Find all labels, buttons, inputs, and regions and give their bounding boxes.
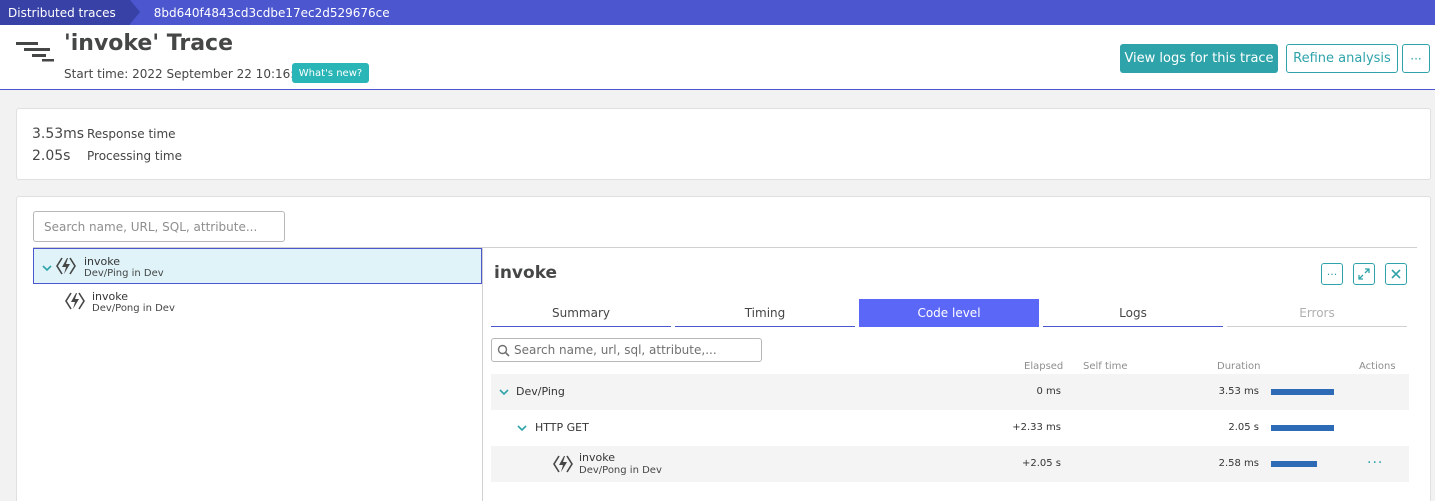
metrics-card: 3.53ms Response time 2.05s Processing ti…: [16, 108, 1431, 180]
detail-expand-button[interactable]: [1353, 263, 1375, 285]
code-row-http-get[interactable]: HTTP GET +2.33 ms 2.05 s: [491, 410, 1409, 446]
chevron-down-icon[interactable]: [42, 263, 52, 273]
processing-time-metric: 2.05s Processing time: [32, 148, 182, 164]
code-row-name: HTTP GET: [535, 421, 589, 434]
tree-row-invoke-ping[interactable]: invoke Dev/Ping in Dev: [33, 248, 482, 284]
duration-value: 2.05 s: [1228, 422, 1259, 433]
column-elapsed: Elapsed: [1024, 361, 1064, 372]
tree-row-subtitle: Dev/Ping in Dev: [84, 268, 164, 279]
code-row-name: Dev/Ping: [516, 385, 565, 398]
response-time-label: Response time: [87, 127, 176, 141]
response-time-value: 3.53ms: [32, 126, 85, 142]
duration-bar: [1271, 425, 1334, 431]
lambda-function-icon: [65, 292, 85, 310]
expand-icon: [1358, 268, 1370, 280]
elapsed-value: +2.33 ms: [1012, 422, 1061, 433]
more-icon: ···: [1326, 267, 1338, 281]
column-duration: Duration: [1217, 361, 1261, 372]
close-icon: [1391, 269, 1401, 279]
tab-logs[interactable]: Logs: [1043, 299, 1223, 327]
detail-title: invoke: [494, 263, 558, 283]
duration-value: 3.53 ms: [1218, 386, 1259, 397]
tree-row-name: invoke: [84, 255, 121, 268]
column-actions: Actions: [1359, 361, 1396, 372]
processing-time-value: 2.05s: [32, 148, 71, 164]
lambda-function-icon: [553, 455, 573, 473]
code-search-input[interactable]: [514, 339, 759, 361]
breadcrumb-root-label[interactable]: Distributed traces: [8, 6, 116, 20]
code-row-dev-ping[interactable]: Dev/Ping 0 ms 3.53 ms: [491, 374, 1409, 410]
column-self-time: Self time: [1083, 361, 1128, 372]
tab-timing[interactable]: Timing: [675, 299, 855, 327]
start-time: Start time: 2022 September 22 10:16:18: [64, 67, 310, 81]
more-options-button[interactable]: ···: [1402, 44, 1430, 73]
lambda-function-icon: [56, 257, 76, 275]
tree-row-subtitle: Dev/Pong in Dev: [92, 303, 175, 314]
duration-bar: [1271, 389, 1334, 395]
code-row-name: invoke: [579, 451, 616, 464]
page-header: 'invoke' Trace Start time: 2022 Septembe…: [0, 25, 1435, 90]
refine-analysis-button[interactable]: Refine analysis: [1286, 44, 1398, 73]
code-search-field[interactable]: [491, 338, 762, 362]
elapsed-value: +2.05 s: [1021, 458, 1061, 469]
whats-new-button[interactable]: What's new?: [292, 63, 369, 83]
chevron-down-icon[interactable]: [499, 387, 509, 397]
breadcrumb-distributed-traces[interactable]: Distributed traces: [0, 0, 140, 25]
panel-divider: [482, 248, 483, 501]
tab-errors: Errors: [1227, 299, 1407, 327]
code-row-invoke[interactable]: invoke Dev/Pong in Dev +2.05 s 2.58 ms ·…: [491, 446, 1409, 482]
breadcrumb-trace-id: 8bd640f4843cd3cdbe17ec2d529676ce: [153, 5, 390, 20]
detail-tabs: Summary Timing Code level Logs Errors: [491, 299, 1409, 327]
duration-value: 2.58 ms: [1218, 458, 1259, 469]
search-icon: [497, 344, 510, 357]
processing-time-label: Processing time: [87, 149, 183, 163]
trace-main-panel: invoke Dev/Ping in Dev invoke Dev/Pong i…: [16, 196, 1431, 501]
tab-summary[interactable]: Summary: [491, 299, 671, 327]
detail-close-button[interactable]: [1385, 263, 1407, 285]
duration-bar: [1271, 461, 1317, 467]
row-actions-button[interactable]: ···: [1367, 455, 1383, 471]
breadcrumb: Distributed traces 8bd640f4843cd3cdbe17e…: [0, 0, 1435, 25]
response-time-metric: 3.53ms Response time: [32, 126, 176, 142]
tree-row-invoke-pong[interactable]: invoke Dev/Pong in Dev: [33, 284, 482, 320]
tab-code-level[interactable]: Code level: [859, 299, 1039, 327]
page-title: 'invoke' Trace: [64, 31, 233, 56]
code-row-subtitle: Dev/Pong in Dev: [579, 465, 662, 476]
trace-tree: invoke Dev/Ping in Dev invoke Dev/Pong i…: [33, 248, 482, 501]
detail-more-button[interactable]: ···: [1321, 263, 1343, 285]
trace-search-input[interactable]: [33, 211, 285, 242]
chevron-down-icon[interactable]: [517, 423, 527, 433]
view-logs-button[interactable]: View logs for this trace: [1120, 44, 1278, 73]
elapsed-value: 0 ms: [1036, 386, 1062, 397]
distributed-trace-icon: [16, 42, 54, 62]
tree-row-name: invoke: [92, 290, 129, 303]
